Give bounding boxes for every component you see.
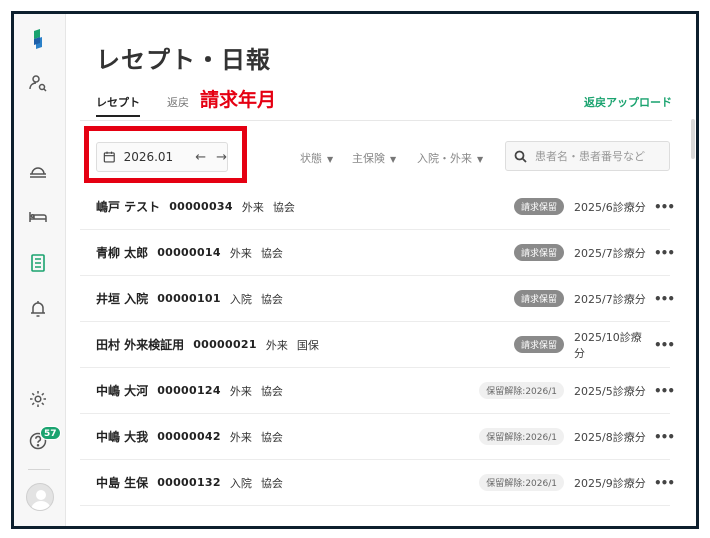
patient-id: 00000124 xyxy=(157,384,221,397)
help-badge: 57 xyxy=(40,426,61,440)
row-meta: 請求保留 2025/7診療分 ••• xyxy=(513,276,675,321)
patient-id: 00000034 xyxy=(169,200,233,213)
insurance-filter-label: 主保険 xyxy=(352,152,385,165)
bed-icon[interactable] xyxy=(27,206,49,228)
patient-name: 中嶋 大我 xyxy=(96,430,149,444)
treatment-month: 2025/7診療分 xyxy=(574,292,646,306)
status-badge: 保留解除:2026/1 xyxy=(479,382,564,399)
insurance-type: 協会 xyxy=(260,476,283,490)
more-options-icon[interactable]: ••• xyxy=(654,384,675,398)
table-row[interactable]: 青柳 太郎 00000014 外来 協会 請求保留 2025/7診療分 ••• xyxy=(80,230,675,276)
patient-name: 嶋戸 テスト xyxy=(96,200,161,214)
row-meta: 請求保留 2025/10診療分 ••• xyxy=(513,322,675,367)
insurance-type: 協会 xyxy=(260,246,283,260)
bell-icon[interactable] xyxy=(27,298,49,320)
sidebar: 57 xyxy=(14,14,66,526)
visit-type: 入院 xyxy=(229,476,252,490)
status-badge: 保留解除:2026/1 xyxy=(479,474,564,491)
status-badge: 請求保留 xyxy=(513,290,564,307)
status-badge: 保留解除:2026/1 xyxy=(479,428,564,445)
table-row[interactable]: 中嶋 大河 00000124 外来 協会 保留解除:2026/1 2025/5診療分 ••• xyxy=(80,368,675,414)
visit-filter-label: 入院・外来 xyxy=(417,152,472,165)
page-title: レセプト・日報 xyxy=(96,46,271,74)
patient-id: 00000014 xyxy=(157,246,221,259)
treatment-month: 2025/10診療分 xyxy=(574,330,642,360)
row-meta: 保留解除:2026/1 2025/5診療分 ••• xyxy=(479,368,675,413)
tab-return[interactable]: 返戻 xyxy=(167,94,189,110)
table-row[interactable]: 中嶋 大我 00000042 外来 協会 保留解除:2026/1 2025/8診療分 ••• xyxy=(80,414,675,460)
patient-id: 00000132 xyxy=(157,476,221,489)
insurance-type: 協会 xyxy=(260,384,283,398)
insurance-filter[interactable]: 主保険 ▼ xyxy=(352,150,396,166)
more-options-icon[interactable]: ••• xyxy=(654,476,675,490)
patient-id: 00000042 xyxy=(157,430,221,443)
table-row[interactable]: 井垣 入院 00000101 入院 協会 請求保留 2025/7診療分 ••• xyxy=(80,276,675,322)
patient-name: 青柳 太郎 xyxy=(96,246,149,260)
patient-search-input[interactable]: 患者名・患者番号など xyxy=(505,141,670,171)
more-options-icon[interactable]: ••• xyxy=(654,338,675,352)
search-icon xyxy=(514,150,527,163)
status-filter-label: 状態 xyxy=(300,152,322,165)
table-row[interactable]: 田村 外来検証用 00000021 外来 国保 請求保留 2025/10診療分 ••• xyxy=(80,322,675,368)
more-options-icon[interactable]: ••• xyxy=(654,200,675,214)
row-meta: 保留解除:2026/1 2025/8診療分 ••• xyxy=(479,414,675,459)
row-meta: 請求保留 2025/6診療分 ••• xyxy=(513,184,675,229)
tab-receipt[interactable]: レセプト xyxy=(96,94,140,110)
reception-icon[interactable] xyxy=(27,160,49,182)
visit-type: 外来 xyxy=(265,338,288,352)
visit-type: 外来 xyxy=(229,246,252,260)
treatment-month: 2025/8診療分 xyxy=(574,430,646,444)
avatar[interactable] xyxy=(26,483,54,511)
patient-name: 中島 生保 xyxy=(96,476,149,490)
chevron-down-icon: ▼ xyxy=(327,155,334,164)
row-meta: 請求保留 2025/7診療分 ••• xyxy=(513,230,675,275)
status-badge: 請求保留 xyxy=(513,198,564,215)
more-options-icon[interactable]: ••• xyxy=(654,430,675,444)
more-options-icon[interactable]: ••• xyxy=(654,246,675,260)
scrollbar[interactable] xyxy=(691,119,695,159)
receipt-list-icon[interactable] xyxy=(27,252,49,274)
annotation-billing-month: 請求年月 xyxy=(200,89,277,111)
return-upload-link[interactable]: 返戻アップロード xyxy=(584,94,672,110)
status-badge: 請求保留 xyxy=(513,336,564,353)
patient-search-icon[interactable] xyxy=(27,72,49,94)
logo-icon[interactable] xyxy=(27,28,49,50)
insurance-type: 協会 xyxy=(272,200,295,214)
visit-filter[interactable]: 入院・外来 ▼ xyxy=(417,150,483,166)
status-badge: 請求保留 xyxy=(513,244,564,261)
insurance-type: 協会 xyxy=(260,292,283,306)
status-filter[interactable]: 状態 ▼ xyxy=(300,150,333,166)
chevron-down-icon: ▼ xyxy=(477,155,484,164)
sidebar-divider xyxy=(28,469,50,470)
table-row[interactable]: 中島 生保 00000132 入院 協会 保留解除:2026/1 2025/9診療分 ••• xyxy=(80,460,675,506)
visit-type: 外来 xyxy=(229,430,252,444)
treatment-month: 2025/5診療分 xyxy=(574,384,646,398)
chevron-down-icon: ▼ xyxy=(390,155,397,164)
patient-id: 00000021 xyxy=(193,338,257,351)
patient-name: 井垣 入院 xyxy=(96,292,149,306)
settings-icon[interactable] xyxy=(27,388,49,410)
tabs-divider xyxy=(80,120,672,121)
table-row[interactable]: 嶋戸 テスト 00000034 外来 協会 請求保留 2025/6診療分 ••• xyxy=(80,184,675,230)
search-placeholder: 患者名・患者番号など xyxy=(535,150,645,163)
patient-id: 00000101 xyxy=(157,292,221,305)
visit-type: 外来 xyxy=(229,384,252,398)
tab-active-indicator xyxy=(96,115,140,117)
treatment-month: 2025/7診療分 xyxy=(574,246,646,260)
visit-type: 入院 xyxy=(229,292,252,306)
visit-type: 外来 xyxy=(241,200,264,214)
row-meta: 保留解除:2026/1 2025/9診療分 ••• xyxy=(479,460,675,505)
insurance-type: 協会 xyxy=(260,430,283,444)
treatment-month: 2025/9診療分 xyxy=(574,476,646,490)
annotation-highlight-box xyxy=(84,126,247,183)
patient-name: 中嶋 大河 xyxy=(96,384,149,398)
main-content: レセプト・日報 レセプト 返戻 請求年月 返戻アップロード 2026.01 ← … xyxy=(66,14,696,526)
treatment-month: 2025/6診療分 xyxy=(574,200,646,214)
more-options-icon[interactable]: ••• xyxy=(654,292,675,306)
app-window: 57 レセプト・日報 レセプト 返戻 請求年月 返戻アップロード 2026.01… xyxy=(11,11,699,529)
insurance-type: 国保 xyxy=(296,338,319,352)
patient-name: 田村 外来検証用 xyxy=(96,338,185,352)
